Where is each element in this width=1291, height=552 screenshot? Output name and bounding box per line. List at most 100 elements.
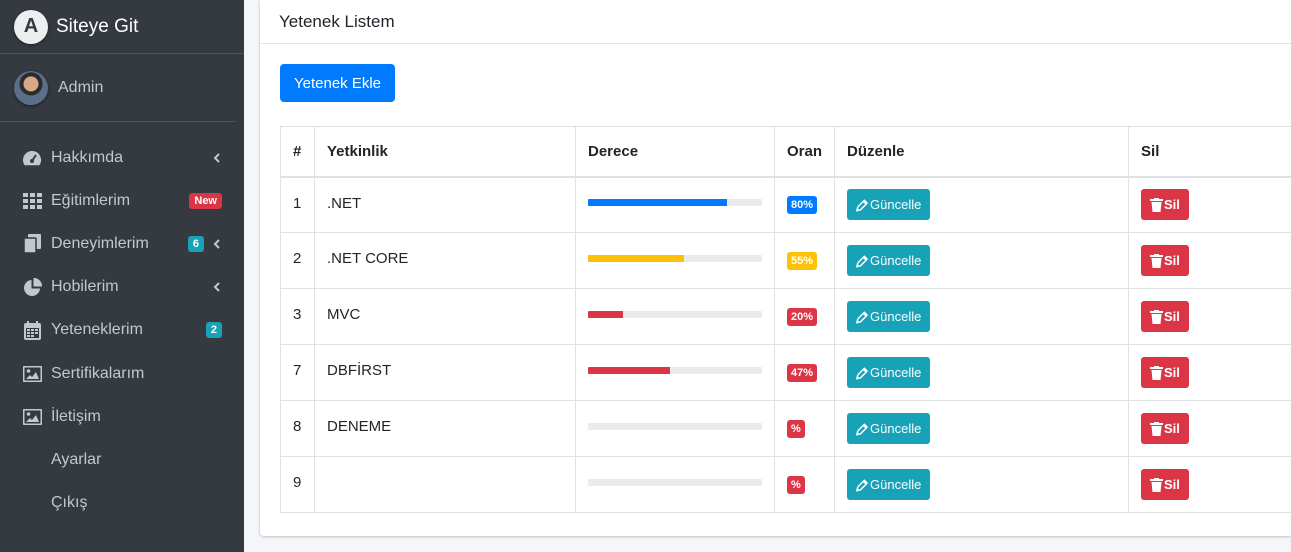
update-button[interactable]: Güncelle <box>847 357 931 388</box>
sidebar-item-hakkimda[interactable]: Hakkımda <box>0 136 244 179</box>
delete-cell: Sil <box>1128 344 1291 401</box>
skill-progress <box>588 199 762 207</box>
edit-cell: Güncelle <box>834 344 1130 401</box>
count-badge: 2 <box>205 322 222 339</box>
calendar-icon <box>22 320 42 340</box>
rate-badge: 47% <box>787 364 818 382</box>
delete-button-label: Sil <box>1164 477 1180 492</box>
rate-cell: 55% <box>773 232 836 289</box>
user-panel[interactable]: Admin <box>0 54 236 122</box>
pencil-icon <box>856 199 869 212</box>
count-badge: 6 <box>187 235 204 252</box>
table-row: 3 MVC 20% Güncelle Sil <box>280 288 1291 345</box>
brand-logo-icon: A <box>14 9 48 44</box>
sidebar-item-egitimlerim[interactable]: Eğitimlerim New <box>0 179 244 222</box>
sidebar-item-cikis[interactable]: Çıkış <box>0 482 244 525</box>
skill-progress <box>588 479 762 486</box>
sidebar-item-label: Yeteneklerim <box>51 321 143 339</box>
row-id: 2 <box>280 232 315 289</box>
image-icon <box>22 364 42 384</box>
skill-progress-bar <box>588 199 728 207</box>
delete-button[interactable]: Sil <box>1141 469 1189 500</box>
sidebar-item-deneyimlerim[interactable]: Deneyimlerim 6 <box>0 222 244 265</box>
rate-badge: 80% <box>787 196 818 215</box>
add-skill-button[interactable]: Yetenek Ekle <box>280 64 396 102</box>
row-id: 8 <box>280 400 315 457</box>
dashboard-gauge-icon <box>22 148 42 168</box>
rate-cell: % <box>773 456 836 513</box>
column-header: Düzenle <box>834 126 1130 178</box>
row-id: 7 <box>280 344 315 401</box>
table-row: 7 DBFİRST 47% Güncelle Sil <box>280 344 1291 401</box>
sidebar-item-label: Deneyimlerim <box>51 234 149 252</box>
trash-icon <box>1150 365 1164 380</box>
delete-button[interactable]: Sil <box>1141 301 1189 332</box>
rate-cell: 47% <box>773 344 836 401</box>
skill-name: .NET <box>314 176 576 233</box>
rate-cell: 20% <box>773 288 836 345</box>
delete-cell: Sil <box>1128 232 1291 289</box>
sidebar-item-iletisim[interactable]: İletişim <box>0 395 244 438</box>
rate-badge: % <box>787 476 805 494</box>
column-header: Oran <box>773 126 836 178</box>
delete-button-label: Sil <box>1164 197 1180 213</box>
update-button[interactable]: Güncelle <box>847 413 931 444</box>
rate-badge: 55% <box>787 252 818 270</box>
update-button[interactable]: Güncelle <box>847 301 931 332</box>
rate-badge: 20% <box>787 308 818 326</box>
skill-progress <box>588 255 762 262</box>
skill-name: DENEME <box>314 400 576 457</box>
sidebar-item-sertifikalarim[interactable]: Sertifikalarım <box>0 352 244 395</box>
sidebar-item-label: Eğitimlerim <box>51 191 131 209</box>
update-button-label: Güncelle <box>870 197 922 213</box>
update-button-label: Güncelle <box>870 477 922 492</box>
trash-icon <box>1150 197 1164 212</box>
delete-button[interactable]: Sil <box>1141 245 1189 276</box>
skill-name: .NET CORE <box>314 232 576 289</box>
update-button[interactable]: Güncelle <box>847 189 931 221</box>
skill-level-cell <box>575 176 775 233</box>
chevron-left-icon <box>213 282 220 292</box>
sidebar-item-label: Çıkış <box>51 494 88 512</box>
skill-progress <box>588 367 762 374</box>
edit-cell: Güncelle <box>834 176 1130 233</box>
new-badge: New <box>189 192 222 209</box>
sidebar: A Siteye Git Admin Hakkımda Eğitimlerim … <box>0 0 244 552</box>
sidebar-nav: Hakkımda Eğitimlerim New Deneyimlerim 6 <box>0 136 244 525</box>
update-button-label: Güncelle <box>870 309 922 324</box>
skills-card: Yetenek Listem Yetenek Ekle # Yetkinlik … <box>260 0 1291 536</box>
delete-button-label: Sil <box>1164 309 1180 324</box>
pencil-icon <box>856 310 869 324</box>
skills-table: # Yetkinlik Derece Oran Düzenle Sil 1 .NE… <box>280 126 1291 513</box>
trash-icon <box>1150 309 1164 324</box>
trash-icon <box>1150 477 1164 492</box>
user-name[interactable]: Admin <box>58 79 103 97</box>
sidebar-item-hobilerim[interactable]: Hobilerim <box>0 266 244 309</box>
delete-button[interactable]: Sil <box>1141 357 1189 388</box>
row-id: 3 <box>280 288 315 345</box>
brand-link[interactable]: A Siteye Git <box>0 0 244 54</box>
sidebar-item-label: Ayarlar <box>51 450 102 468</box>
table-row: 9% Güncelle Sil <box>280 456 1291 513</box>
delete-button[interactable]: Sil <box>1141 413 1189 444</box>
skill-name <box>314 456 576 513</box>
skill-progress-bar <box>588 255 684 262</box>
delete-cell: Sil <box>1128 288 1291 345</box>
sidebar-item-ayarlar[interactable]: Ayarlar <box>0 438 244 481</box>
skill-name: MVC <box>314 288 576 345</box>
update-button[interactable]: Güncelle <box>847 469 931 500</box>
update-button[interactable]: Güncelle <box>847 245 931 276</box>
edit-cell: Güncelle <box>834 288 1130 345</box>
column-header: Sil <box>1128 126 1291 178</box>
trash-icon <box>1150 421 1164 436</box>
skill-level-cell <box>575 232 775 289</box>
delete-button[interactable]: Sil <box>1141 189 1189 221</box>
skill-level-cell <box>575 344 775 401</box>
brand-title: Siteye Git <box>56 15 139 37</box>
sidebar-item-yeteneklerim[interactable]: Yeteneklerim 2 <box>0 309 244 352</box>
skill-progress-bar <box>588 311 623 318</box>
skill-level-cell <box>575 400 775 457</box>
column-header: # <box>280 126 315 178</box>
delete-cell: Sil <box>1128 176 1291 233</box>
skill-name: DBFİRST <box>314 344 576 401</box>
